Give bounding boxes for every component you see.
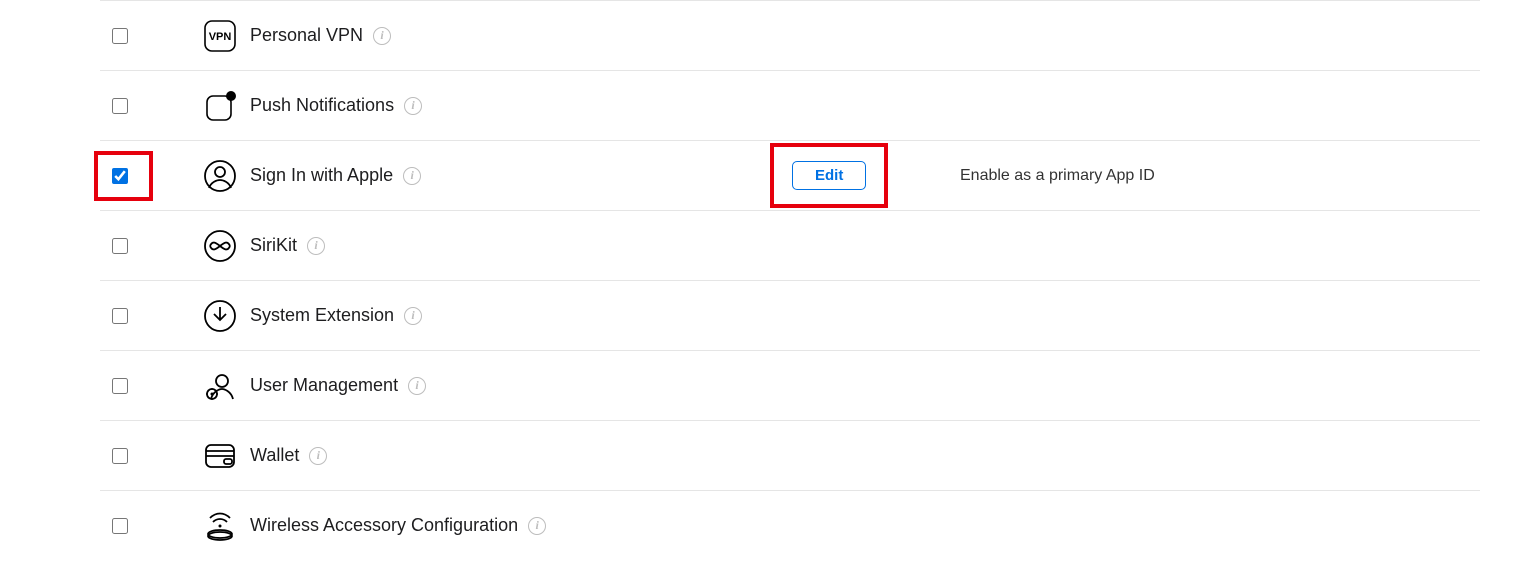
info-icon[interactable]: i [404, 97, 422, 115]
push-notifications-icon [190, 89, 250, 123]
capability-row-push-notifications: Push Notifications i [100, 70, 1480, 140]
info-icon[interactable]: i [528, 517, 546, 535]
info-icon[interactable]: i [404, 307, 422, 325]
capability-checkbox[interactable] [112, 518, 128, 534]
capability-row-sirikit: SiriKit i [100, 210, 1480, 280]
capability-row-personal-vpn: VPN Personal VPN i [100, 0, 1480, 70]
highlight-checkbox [94, 151, 153, 201]
capability-label: User Management [250, 375, 398, 396]
capabilities-list: VPN Personal VPN i Push Notifications i [0, 0, 1540, 560]
capability-row-user-management: User Management i [100, 350, 1480, 420]
vpn-icon: VPN [190, 19, 250, 53]
capability-label: Wireless Accessory Configuration [250, 515, 518, 536]
capability-checkbox[interactable] [112, 448, 128, 464]
wireless-accessory-icon [190, 509, 250, 543]
info-icon[interactable]: i [373, 27, 391, 45]
edit-button[interactable]: Edit [792, 161, 866, 190]
info-icon[interactable]: i [307, 237, 325, 255]
capability-row-sign-in-with-apple: Sign In with Apple i Edit Enable as a pr… [100, 140, 1480, 210]
system-extension-icon [190, 299, 250, 333]
capability-row-wallet: Wallet i [100, 420, 1480, 490]
capability-row-wireless-accessory-configuration: Wireless Accessory Configuration i [100, 490, 1480, 560]
capability-checkbox[interactable] [112, 28, 128, 44]
sign-in-with-apple-icon [190, 159, 250, 193]
capability-checkbox[interactable] [112, 378, 128, 394]
highlight-edit: Edit [770, 143, 888, 208]
capability-label: Sign In with Apple [250, 165, 393, 186]
capability-label: SiriKit [250, 235, 297, 256]
capability-checkbox[interactable] [112, 238, 128, 254]
info-icon[interactable]: i [403, 167, 421, 185]
capability-label: Push Notifications [250, 95, 394, 116]
sirikit-icon [190, 229, 250, 263]
capability-row-system-extension: System Extension i [100, 280, 1480, 350]
capability-checkbox[interactable] [112, 168, 128, 184]
capability-label: Wallet [250, 445, 299, 466]
info-icon[interactable]: i [408, 377, 426, 395]
svg-text:VPN: VPN [209, 31, 232, 43]
info-icon[interactable]: i [309, 447, 327, 465]
capability-label: System Extension [250, 305, 394, 326]
capability-label: Personal VPN [250, 25, 363, 46]
capability-checkbox[interactable] [112, 308, 128, 324]
wallet-icon [190, 439, 250, 473]
capability-checkbox[interactable] [112, 98, 128, 114]
capability-status: Enable as a primary App ID [960, 167, 1480, 185]
user-management-icon [190, 369, 250, 403]
